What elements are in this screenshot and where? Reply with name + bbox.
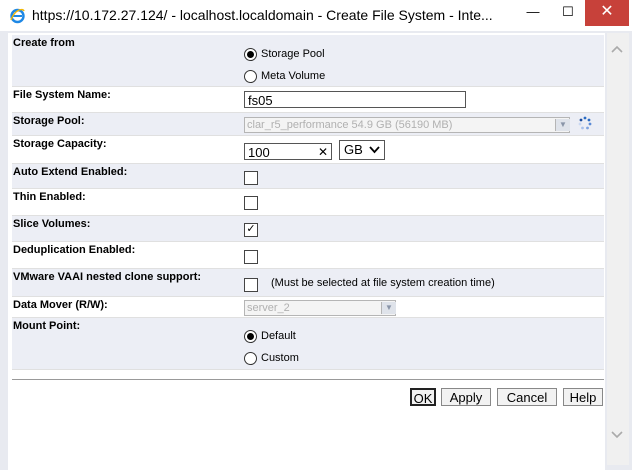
cancel-button[interactable]: Cancel (497, 388, 557, 406)
scroll-up-icon[interactable] (611, 45, 623, 53)
clear-icon[interactable]: ✕ (318, 144, 328, 161)
create-from-label: Create from (13, 37, 75, 49)
data-mover-value: server_2 (247, 302, 290, 314)
vaai-checkbox[interactable] (244, 278, 258, 292)
dedup-row: Deduplication Enabled: (12, 242, 604, 269)
slice-volumes-checkbox[interactable]: ✓ (244, 223, 258, 237)
chevron-down-icon: ▼ (381, 302, 396, 314)
data-mover-label: Data Mover (R/W): (13, 299, 108, 311)
slice-volumes-row: Slice Volumes: ✓ (12, 216, 604, 242)
capacity-unit-select[interactable]: GB (339, 140, 385, 160)
thin-enabled-label: Thin Enabled: (13, 191, 86, 203)
storage-pool-row: Storage Pool: clar_r5_performance 54.9 G… (12, 113, 604, 136)
ok-button[interactable]: OK (410, 388, 436, 406)
chevron-down-icon (369, 146, 380, 154)
thin-enabled-checkbox[interactable] (244, 196, 258, 210)
fs-name-input[interactable]: fs05 (244, 91, 466, 108)
radio-custom-label: Custom (261, 352, 299, 364)
mount-point-label: Mount Point: (13, 320, 81, 332)
auto-extend-row: Auto Extend Enabled: (12, 164, 604, 189)
thin-enabled-row: Thin Enabled: (12, 189, 604, 216)
vaai-row: VMware VAAI nested clone support: (Must … (12, 269, 604, 297)
loading-spinner-icon (578, 116, 592, 130)
create-from-row: Create from Storage Pool Meta Volume (12, 35, 604, 87)
mount-point-row: Mount Point: Default Custom (12, 318, 604, 370)
internet-explorer-icon (10, 8, 25, 24)
window-titlebar: https://10.172.27.124/ - localhost.local… (0, 0, 632, 32)
capacity-unit-value: GB (344, 142, 363, 157)
radio-storage-pool-label: Storage Pool (261, 48, 325, 60)
radio-default-label: Default (261, 330, 296, 342)
vaai-label: VMware VAAI nested clone support: (13, 271, 202, 283)
radio-default-button[interactable] (244, 329, 257, 343)
radio-meta-volume-button[interactable] (244, 69, 257, 83)
help-button[interactable]: Help (563, 388, 603, 406)
data-mover-select: server_2 ▼ (244, 300, 396, 316)
storage-capacity-label: Storage Capacity: (13, 138, 107, 150)
storage-pool-label: Storage Pool: (13, 115, 85, 127)
window-title: https://10.172.27.124/ - localhost.local… (32, 7, 493, 23)
storage-capacity-row: Storage Capacity: 100 ✕ GB (12, 136, 604, 164)
radio-custom[interactable]: Custom (244, 349, 299, 367)
fs-name-row: File System Name: fs05 (12, 87, 604, 113)
vertical-scrollbar[interactable] (607, 33, 629, 465)
vaai-note: (Must be selected at file system creatio… (271, 277, 495, 289)
radio-storage-pool[interactable]: Storage Pool (244, 45, 325, 63)
close-window-button[interactable]: ✕ (585, 0, 629, 26)
auto-extend-label: Auto Extend Enabled: (13, 166, 128, 178)
fs-name-label: File System Name: (13, 89, 111, 101)
slice-volumes-label: Slice Volumes: (13, 218, 91, 230)
radio-meta-volume-label: Meta Volume (261, 70, 326, 82)
storage-pool-value: clar_r5_performance 54.9 GB (56190 MB) (247, 119, 453, 131)
radio-storage-pool-button[interactable] (244, 47, 257, 61)
radio-meta-volume[interactable]: Meta Volume (244, 67, 325, 85)
dialog-content: Create from Storage Pool Meta Volume Fil… (8, 33, 605, 470)
storage-capacity-value: 100 (248, 145, 270, 160)
chevron-down-icon: ▼ (555, 119, 570, 131)
radio-default[interactable]: Default (244, 327, 296, 345)
storage-capacity-input[interactable]: 100 ✕ (244, 143, 332, 160)
minimize-button[interactable]: — (519, 0, 547, 26)
button-divider (12, 379, 604, 380)
data-mover-row: Data Mover (R/W): server_2 ▼ (12, 297, 604, 318)
storage-pool-select: clar_r5_performance 54.9 GB (56190 MB) ▼ (244, 117, 570, 133)
maximize-button[interactable]: ☐ (554, 0, 582, 26)
dedup-label: Deduplication Enabled: (13, 244, 136, 256)
apply-button[interactable]: Apply (441, 388, 491, 406)
dedup-checkbox[interactable] (244, 250, 258, 264)
scroll-down-icon[interactable] (611, 431, 623, 439)
auto-extend-checkbox[interactable] (244, 171, 258, 185)
radio-custom-button[interactable] (244, 351, 257, 365)
